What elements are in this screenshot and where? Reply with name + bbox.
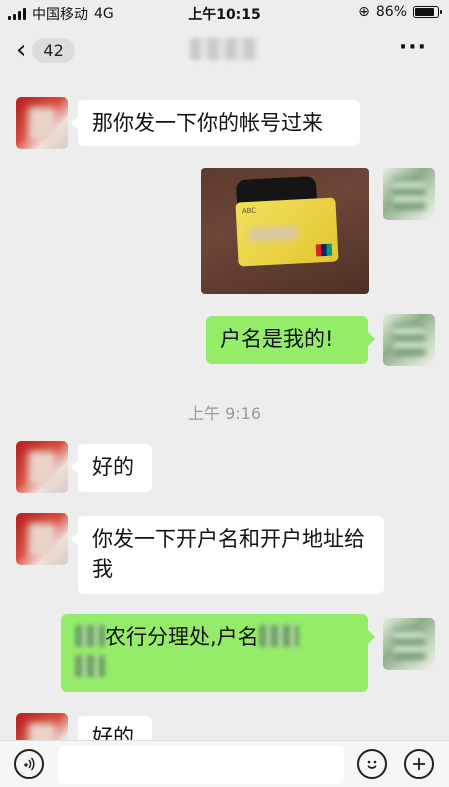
status-bar: 中国移动 4G 上午10:15 ⊕ 86% [0, 0, 449, 26]
message-bubble-incoming[interactable]: 那你发一下你的帐号过来 [71, 100, 360, 146]
orientation-lock-icon: ⊕ [358, 4, 370, 20]
self-avatar[interactable] [383, 168, 435, 220]
message-text: 农行分理处,户名 [105, 625, 259, 649]
message-bubble-outgoing[interactable]: 户名是我的! [206, 316, 375, 364]
message-bubble-outgoing[interactable]: 农行分理处,户名 [61, 614, 375, 692]
contact-avatar[interactable] [16, 441, 68, 493]
chevron-left-icon: ‹ [16, 35, 27, 65]
message-bubble-incoming[interactable]: 你发一下开户名和开户地址给我 [71, 516, 384, 594]
emoji-icon[interactable] [357, 749, 387, 779]
image-message[interactable]: ABC [201, 168, 369, 294]
message-input[interactable] [58, 746, 344, 784]
battery-icon [413, 6, 442, 18]
chat-header: ‹ 42 ··· [0, 26, 449, 76]
message-bubble-incoming[interactable]: 好的 [71, 444, 152, 492]
unread-count-badge: 42 [32, 37, 75, 63]
battery-percent: 86% [375, 4, 407, 20]
chat-title-blurred [190, 38, 258, 60]
more-icon[interactable]: ··· [399, 37, 427, 59]
plus-icon[interactable] [404, 749, 434, 779]
voice-icon[interactable] [14, 749, 44, 779]
self-avatar[interactable] [383, 314, 435, 366]
redacted-text [75, 625, 105, 647]
contact-avatar[interactable] [16, 513, 68, 565]
self-avatar[interactable] [383, 618, 435, 670]
redacted-text [75, 655, 105, 677]
contact-avatar[interactable] [16, 97, 68, 149]
bank-card-photo: ABC [235, 197, 339, 267]
back-button[interactable]: ‹ 42 [16, 35, 75, 65]
input-bar [0, 740, 449, 787]
redacted-text [258, 625, 299, 647]
message-timestamp: 上午 9:16 [187, 404, 262, 423]
